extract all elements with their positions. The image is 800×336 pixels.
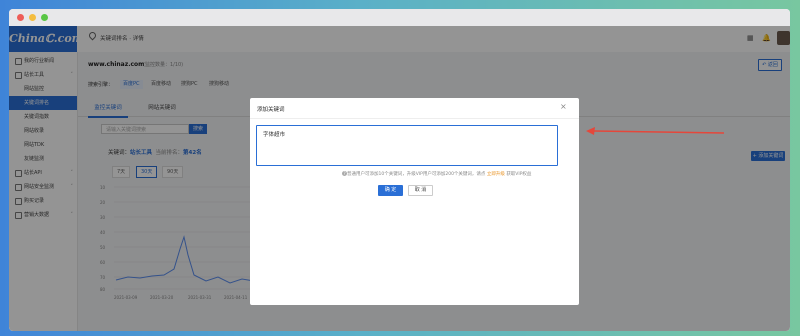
annotation-arrow bbox=[586, 127, 725, 135]
browser-window: Chinaℂ.com 关键词排名 · 详情 ▦ 🔔 我的行业新闻 站长工具 ˅ 网… bbox=[9, 9, 790, 331]
upgrade-link[interactable]: 立即升级 bbox=[487, 172, 505, 177]
maximize-window-button[interactable] bbox=[41, 14, 48, 21]
confirm-button[interactable]: 确 定 bbox=[378, 185, 403, 196]
dialog-title: 添加关键词 bbox=[257, 107, 285, 113]
vip-hint: 普通用户可添加10个关键词，升级VIP用户可添加200个关键词，请点 立即升级 … bbox=[347, 172, 532, 177]
window-titlebar bbox=[9, 9, 790, 26]
keyword-textarea[interactable]: 字体超市 bbox=[256, 125, 558, 166]
cancel-button[interactable]: 取 消 bbox=[408, 185, 433, 196]
close-window-button[interactable] bbox=[17, 14, 24, 21]
dialog-divider bbox=[250, 118, 579, 119]
app: Chinaℂ.com 关键词排名 · 详情 ▦ 🔔 我的行业新闻 站长工具 ˅ 网… bbox=[9, 26, 790, 331]
minimize-window-button[interactable] bbox=[29, 14, 36, 21]
add-keyword-dialog: 添加关键词 × 字体超市 ? 普通用户可添加10个关键词，升级VIP用户可添加2… bbox=[250, 98, 579, 305]
close-icon[interactable]: × bbox=[560, 102, 567, 111]
